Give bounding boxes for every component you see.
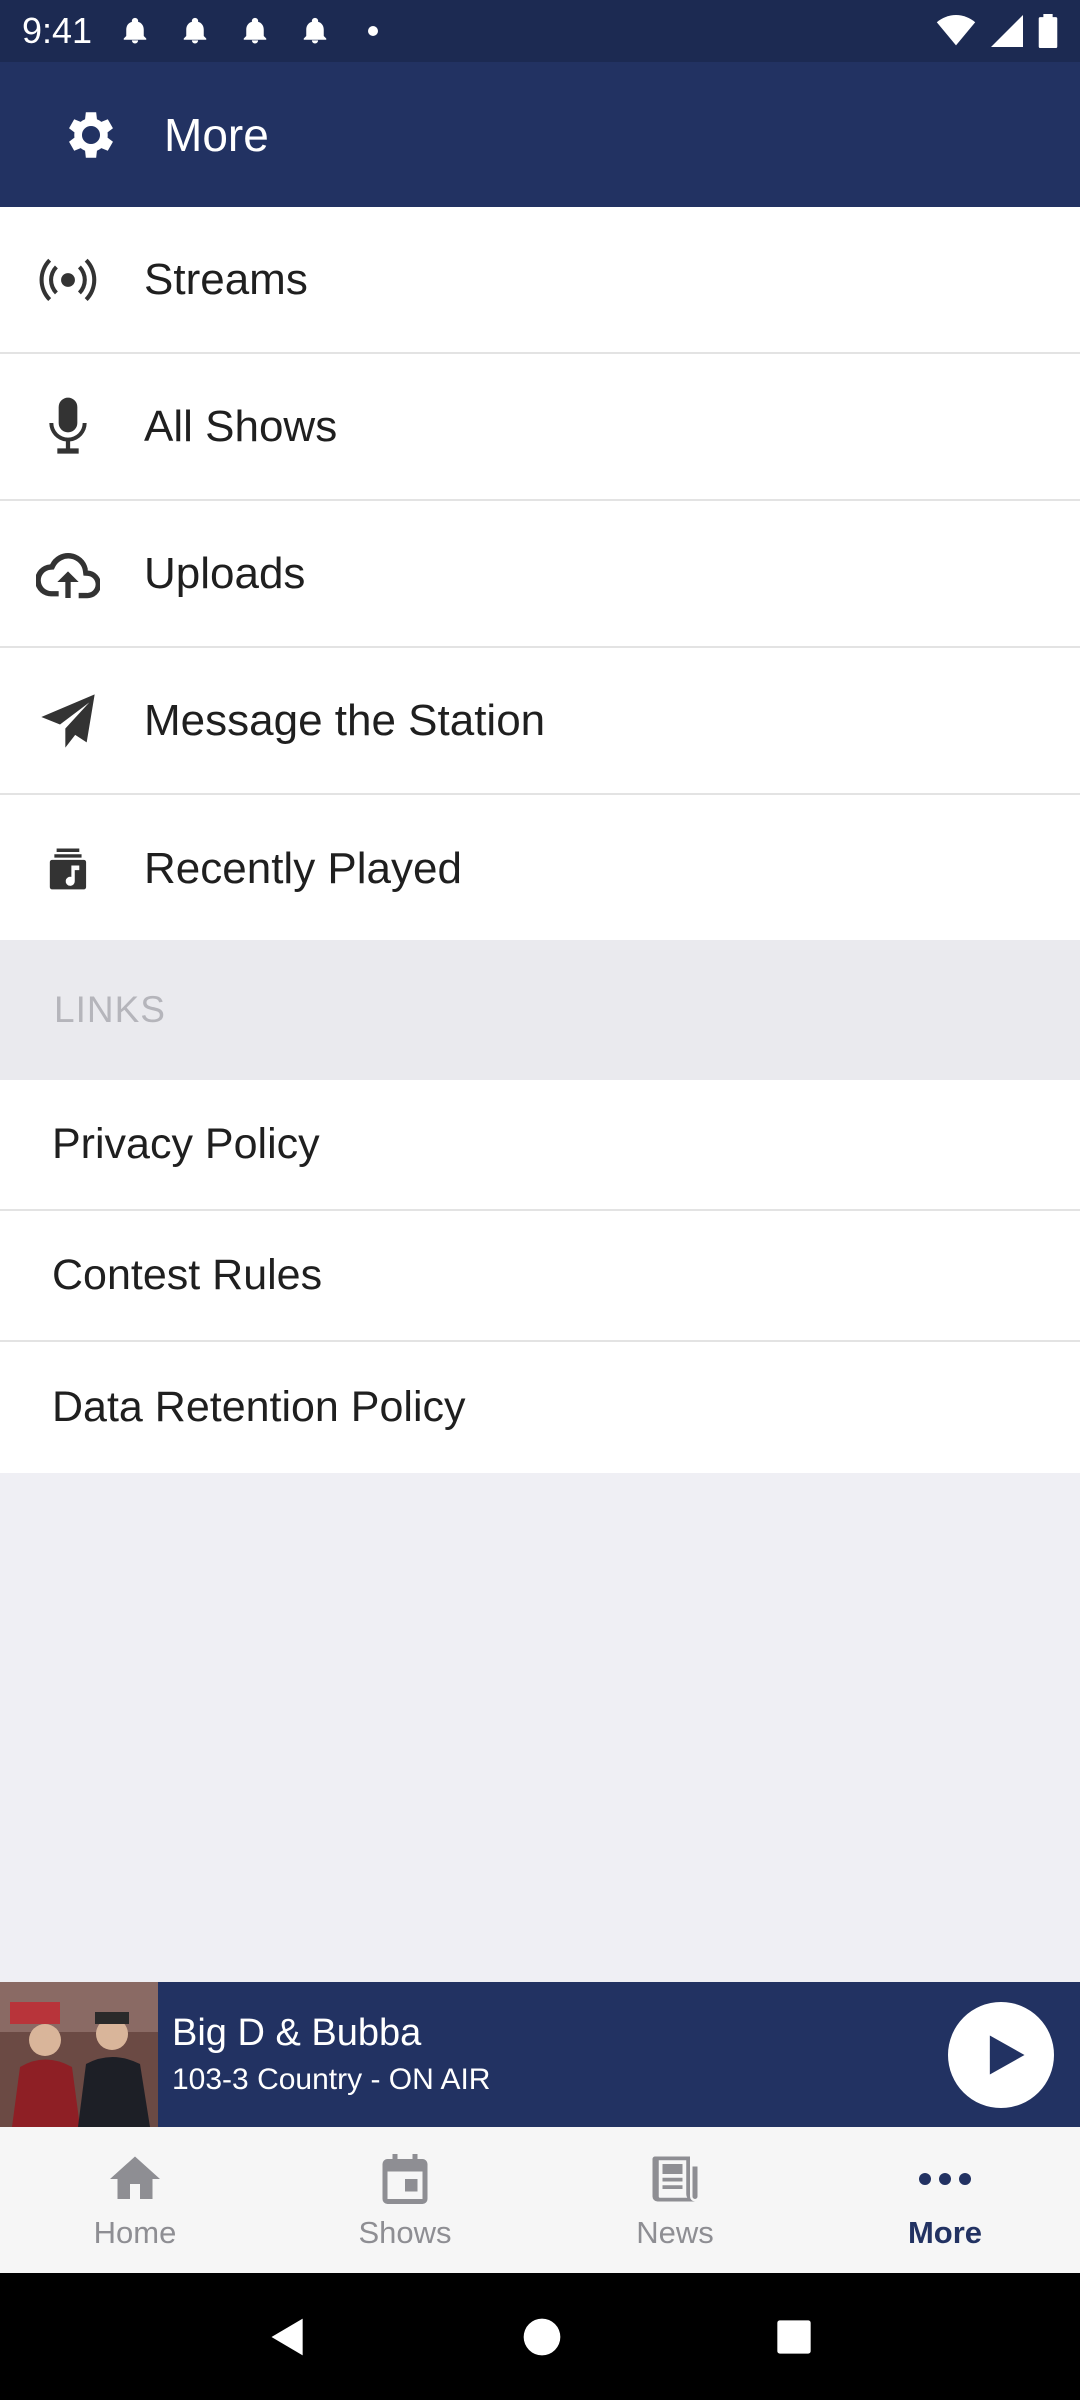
now-playing-bar[interactable]: Big D & Bubba 103-3 Country - ON AIR	[0, 1982, 1080, 2127]
calendar-icon	[382, 2154, 428, 2204]
bottom-nav: Home Shows News More	[0, 2127, 1080, 2273]
paper-plane-icon	[34, 687, 102, 755]
menu-item-message-station[interactable]: Message the Station	[0, 648, 1080, 795]
screen: 9:41 More Streams All Shows Uploads Mess…	[0, 0, 1080, 2400]
menu-item-uploads[interactable]: Uploads	[0, 501, 1080, 648]
page-title: More	[164, 108, 269, 161]
app-bar: More	[0, 62, 1080, 207]
signal-icon	[991, 15, 1023, 47]
link-privacy-policy[interactable]: Privacy Policy	[0, 1080, 1080, 1211]
menu-item-label: Uploads	[144, 548, 306, 598]
nav-item-news[interactable]: News	[540, 2127, 810, 2273]
bell-icon	[123, 17, 147, 44]
bell-icon	[303, 17, 327, 44]
now-playing-artwork	[0, 1982, 158, 2127]
nav-item-label: More	[907, 2215, 983, 2250]
nav-item-label: News	[636, 2215, 714, 2250]
battery-icon	[1038, 14, 1058, 48]
menu-item-recently-played[interactable]: Recently Played	[0, 795, 1080, 942]
now-playing-subtitle: 103-3 Country - ON AIR	[172, 2063, 491, 2096]
microphone-icon	[34, 393, 102, 461]
music-queue-icon	[34, 835, 102, 903]
bell-icon	[183, 17, 207, 44]
links-list: Privacy Policy Contest Rules Data Retent…	[0, 1080, 1080, 1473]
back-icon[interactable]	[266, 2315, 310, 2359]
menu-item-label: Streams	[144, 254, 308, 304]
recents-icon[interactable]	[774, 2317, 814, 2357]
bell-icon	[243, 17, 267, 44]
now-playing-title: Big D & Bubba	[172, 2012, 422, 2054]
notification-icons	[120, 16, 379, 46]
nav-item-label: Home	[93, 2215, 177, 2250]
menu-item-label: Message the Station	[144, 695, 546, 745]
nav-item-more[interactable]: More	[810, 2127, 1080, 2273]
status-bar: 9:41	[0, 0, 1080, 62]
menu-item-all-shows[interactable]: All Shows	[0, 354, 1080, 501]
status-time: 9:41	[22, 10, 93, 51]
home-icon	[110, 2156, 160, 2199]
links-section-header: LINKS	[0, 940, 1080, 1080]
nav-item-label: Shows	[358, 2215, 452, 2250]
more-dots-icon	[919, 2173, 971, 2185]
more-notifications-dot-icon	[368, 26, 379, 36]
status-right	[936, 14, 1058, 48]
newspaper-icon	[652, 2156, 698, 2202]
gear-icon	[69, 111, 113, 158]
menu-item-streams[interactable]: Streams	[0, 207, 1080, 354]
play-icon	[989, 2035, 1025, 2075]
home-circle-icon[interactable]	[522, 2317, 562, 2357]
menu-list: Streams All Shows Uploads Message the St…	[0, 207, 1080, 942]
wifi-icon	[936, 15, 976, 46]
play-button[interactable]	[948, 2002, 1054, 2108]
cloud-upload-icon	[34, 540, 102, 608]
link-contest-rules[interactable]: Contest Rules	[0, 1211, 1080, 1342]
now-playing-text: Big D & Bubba 103-3 Country - ON AIR	[172, 2012, 490, 2097]
menu-item-label: All Shows	[144, 401, 338, 451]
nav-item-shows[interactable]: Shows	[270, 2127, 540, 2273]
menu-item-label: Recently Played	[144, 843, 462, 893]
broadcast-icon	[34, 246, 102, 314]
system-nav-bar	[0, 2273, 1080, 2400]
link-data-retention-policy[interactable]: Data Retention Policy	[0, 1342, 1080, 1473]
nav-item-home[interactable]: Home	[0, 2127, 270, 2273]
